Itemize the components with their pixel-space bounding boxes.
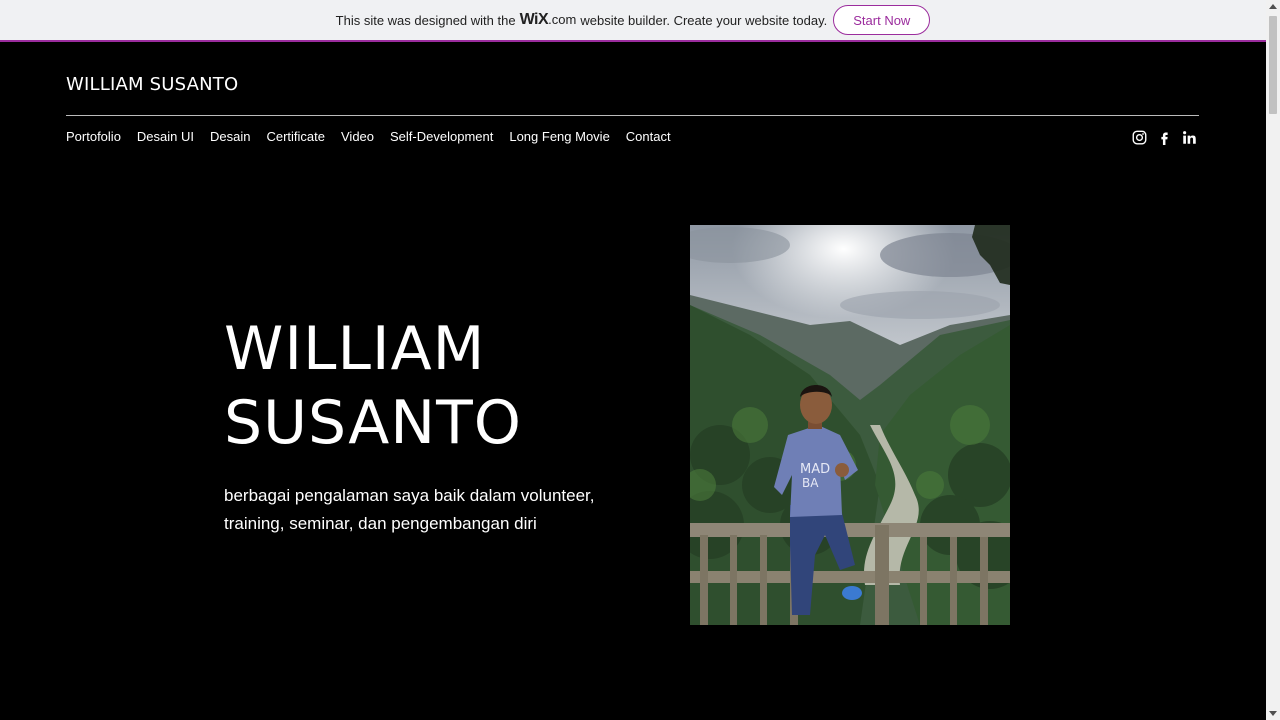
instagram-icon[interactable] bbox=[1131, 129, 1147, 145]
start-now-button[interactable]: Start Now bbox=[833, 5, 931, 35]
nav-item-long-feng-movie[interactable]: Long Feng Movie bbox=[509, 129, 609, 144]
banner-text-before: This site was designed with the bbox=[335, 12, 516, 28]
wix-banner: This site was designed with the WiX.com … bbox=[0, 0, 1266, 42]
profile-photo: MAD BA bbox=[690, 225, 1010, 625]
page-scrollbar[interactable] bbox=[1266, 0, 1280, 720]
wix-logo-mark: WiX bbox=[519, 11, 549, 28]
nav-item-certificate[interactable]: Certificate bbox=[266, 129, 325, 144]
hero-title: WILLIAM SUSANTO bbox=[224, 312, 644, 460]
header-divider bbox=[66, 115, 1199, 116]
linkedin-icon[interactable] bbox=[1181, 129, 1197, 145]
hero-description: berbagai pengalaman saya baik dalam volu… bbox=[224, 486, 595, 533]
scrollbar-thumb[interactable] bbox=[1269, 16, 1277, 114]
hero-title-line2: SUSANTO bbox=[224, 388, 523, 458]
scroll-down-arrow-icon[interactable] bbox=[1269, 711, 1277, 716]
wix-logo[interactable]: WiX.com bbox=[520, 11, 577, 29]
hero-title-line1: WILLIAM bbox=[224, 314, 486, 384]
nav-item-video[interactable]: Video bbox=[341, 129, 374, 144]
svg-text:MAD: MAD bbox=[800, 462, 830, 477]
nav-item-self-development[interactable]: Self-Development bbox=[390, 129, 493, 144]
banner-text: This site was designed with the WiX.com … bbox=[336, 11, 828, 29]
scroll-up-arrow-icon[interactable] bbox=[1269, 4, 1277, 9]
banner-text-after: website builder. Create your website tod… bbox=[580, 12, 828, 28]
main-nav: Portofolio Desain UI Desain Certificate … bbox=[66, 129, 671, 144]
nav-item-desain-ui[interactable]: Desain UI bbox=[137, 129, 194, 144]
nav-item-portofolio[interactable]: Portofolio bbox=[66, 129, 121, 144]
wix-logo-domain: .com bbox=[548, 12, 577, 27]
social-bar bbox=[1131, 129, 1197, 145]
nav-item-contact[interactable]: Contact bbox=[626, 129, 671, 144]
facebook-icon[interactable] bbox=[1156, 129, 1172, 145]
svg-text:BA: BA bbox=[802, 476, 819, 490]
site-title[interactable]: WILLIAM SUSANTO bbox=[66, 74, 238, 95]
nav-item-desain[interactable]: Desain bbox=[210, 129, 250, 144]
